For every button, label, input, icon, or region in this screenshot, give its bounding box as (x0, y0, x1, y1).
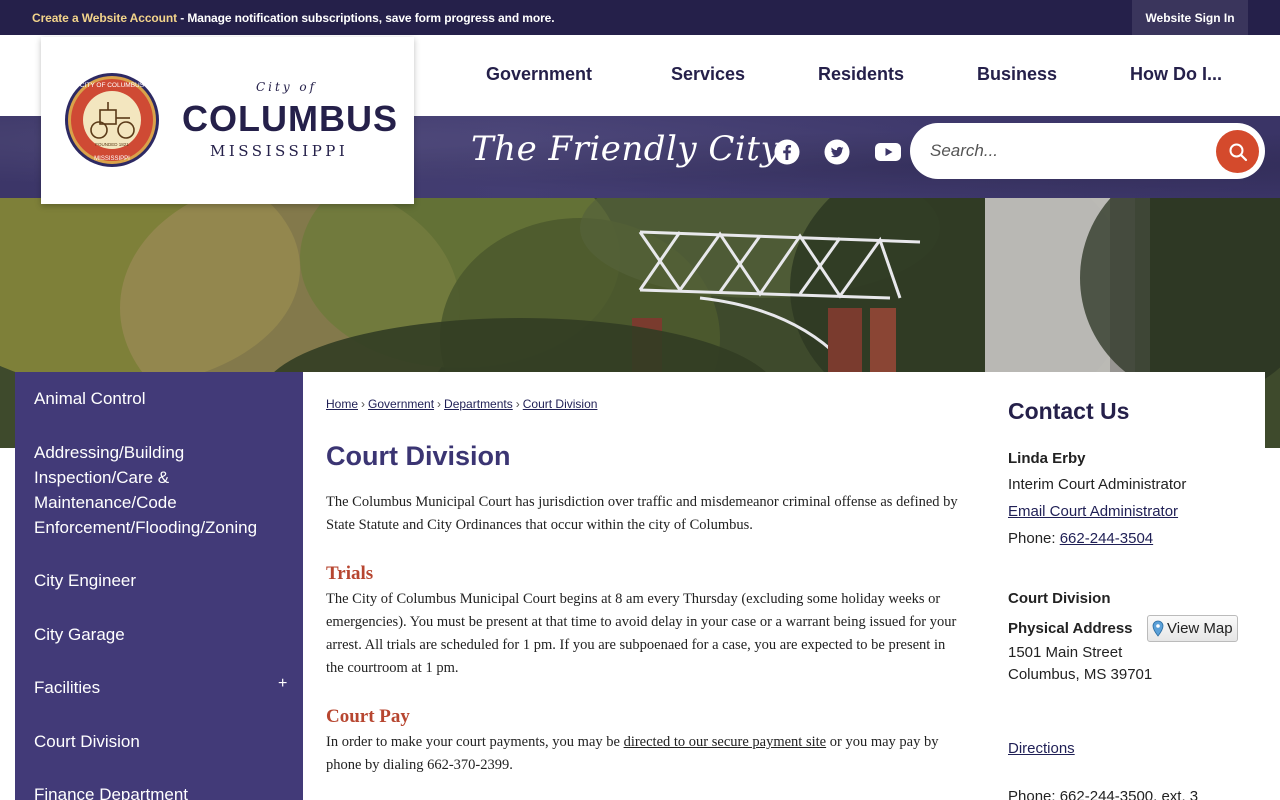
intro-paragraph: The Columbus Municipal Court has jurisdi… (326, 494, 958, 533)
court-pay-text-before: In order to make your court payments, yo… (326, 734, 624, 750)
view-map-label: View Map (1167, 620, 1233, 637)
contact-role: Interim Court Administrator (1008, 476, 1187, 493)
city-seal-icon: CITY OF COLUMBUS FOUNDED 1821 MISSISSIPP… (65, 73, 159, 167)
address-street: 1501 Main Street (1008, 644, 1123, 661)
phone-link[interactable]: 662-244-3504 (1060, 530, 1153, 547)
sidebar-item-city-garage[interactable]: City Garage (34, 622, 264, 647)
seal-bottom-text: MISSISSIPPI (94, 156, 130, 162)
search-icon (1229, 143, 1247, 161)
sidebar-item-addressing[interactable]: Addressing/Building Inspection/Care & Ma… (34, 440, 264, 540)
expand-facilities-icon[interactable]: + (278, 675, 287, 693)
create-account-link[interactable]: Create a Website Account (32, 11, 177, 25)
logo-city-name: COLUMBUS (182, 98, 398, 139)
court-pay-heading: Court Pay (326, 706, 410, 727)
nav-residents[interactable]: Residents (818, 64, 904, 85)
sidebar-item-city-engineer[interactable]: City Engineer (34, 568, 264, 593)
page-title: Court Division (326, 441, 511, 471)
nav-services[interactable]: Services (671, 64, 745, 85)
court-pay-paragraph: In order to make your court payments, yo… (326, 731, 961, 777)
phone-label: Phone: (1008, 530, 1060, 547)
nav-business[interactable]: Business (977, 64, 1057, 85)
sidebar-item-facilities[interactable]: Facilities (34, 675, 264, 700)
breadcrumb-court-division[interactable]: Court Division (523, 397, 598, 411)
account-message: Create a Website Account - Manage notifi… (32, 11, 555, 25)
view-map-button[interactable]: View Map (1147, 615, 1238, 642)
contact-phone-2: Phone: 662-244-3500, ext. 3 (1008, 788, 1199, 800)
breadcrumb-home[interactable]: Home (326, 397, 358, 411)
breadcrumb-government[interactable]: Government (368, 397, 434, 411)
contact-name: Linda Erby (1008, 450, 1086, 467)
utility-bar: Create a Website Account - Manage notifi… (0, 0, 1280, 35)
twitter-icon[interactable] (824, 139, 850, 165)
nav-how-do-i[interactable]: How Do I... (1130, 64, 1222, 85)
account-message-text: - Manage notification subscriptions, sav… (176, 11, 555, 25)
nav-government[interactable]: Government (486, 64, 592, 85)
breadcrumb: Home › Government › Departments › Court Divisi… (326, 397, 598, 411)
map-pin-icon (1152, 620, 1164, 637)
department-name: Court Division (1008, 590, 1111, 607)
trials-paragraph: The City of Columbus Municipal Court beg… (326, 591, 957, 676)
payment-site-link[interactable]: directed to our secure payment site (624, 734, 827, 750)
facebook-icon[interactable] (774, 139, 800, 165)
sidebar-item-animal-control[interactable]: Animal Control (34, 386, 264, 411)
address-label: Physical Address (1008, 620, 1133, 637)
address-city: Columbus, MS 39701 (1008, 666, 1153, 683)
sidebar-item-finance[interactable]: Finance Department (34, 782, 264, 800)
contact-phone: Phone: 662-244-3504 (1008, 530, 1153, 547)
directions-link[interactable]: Directions (1008, 740, 1075, 757)
seal-top-text: CITY OF COLUMBUS (80, 82, 145, 89)
contact-title: Contact Us (1008, 398, 1130, 424)
logo-state: MISSISSIPPI (210, 142, 349, 160)
tagline: The Friendly City (471, 129, 781, 169)
trials-heading: Trials (326, 563, 374, 584)
seal-founded-text: FOUNDED 1821 (95, 142, 129, 147)
sign-in-button[interactable]: Website Sign In (1132, 0, 1248, 35)
search-button[interactable] (1216, 130, 1259, 173)
search-input[interactable] (930, 139, 1200, 163)
breadcrumb-departments[interactable]: Departments (444, 397, 513, 411)
email-administrator-link[interactable]: Email Court Administrator (1008, 503, 1178, 520)
youtube-icon[interactable] (874, 139, 902, 165)
sidebar-item-court-division[interactable]: Court Division (34, 729, 264, 754)
logo-city-of: City of (256, 80, 318, 94)
